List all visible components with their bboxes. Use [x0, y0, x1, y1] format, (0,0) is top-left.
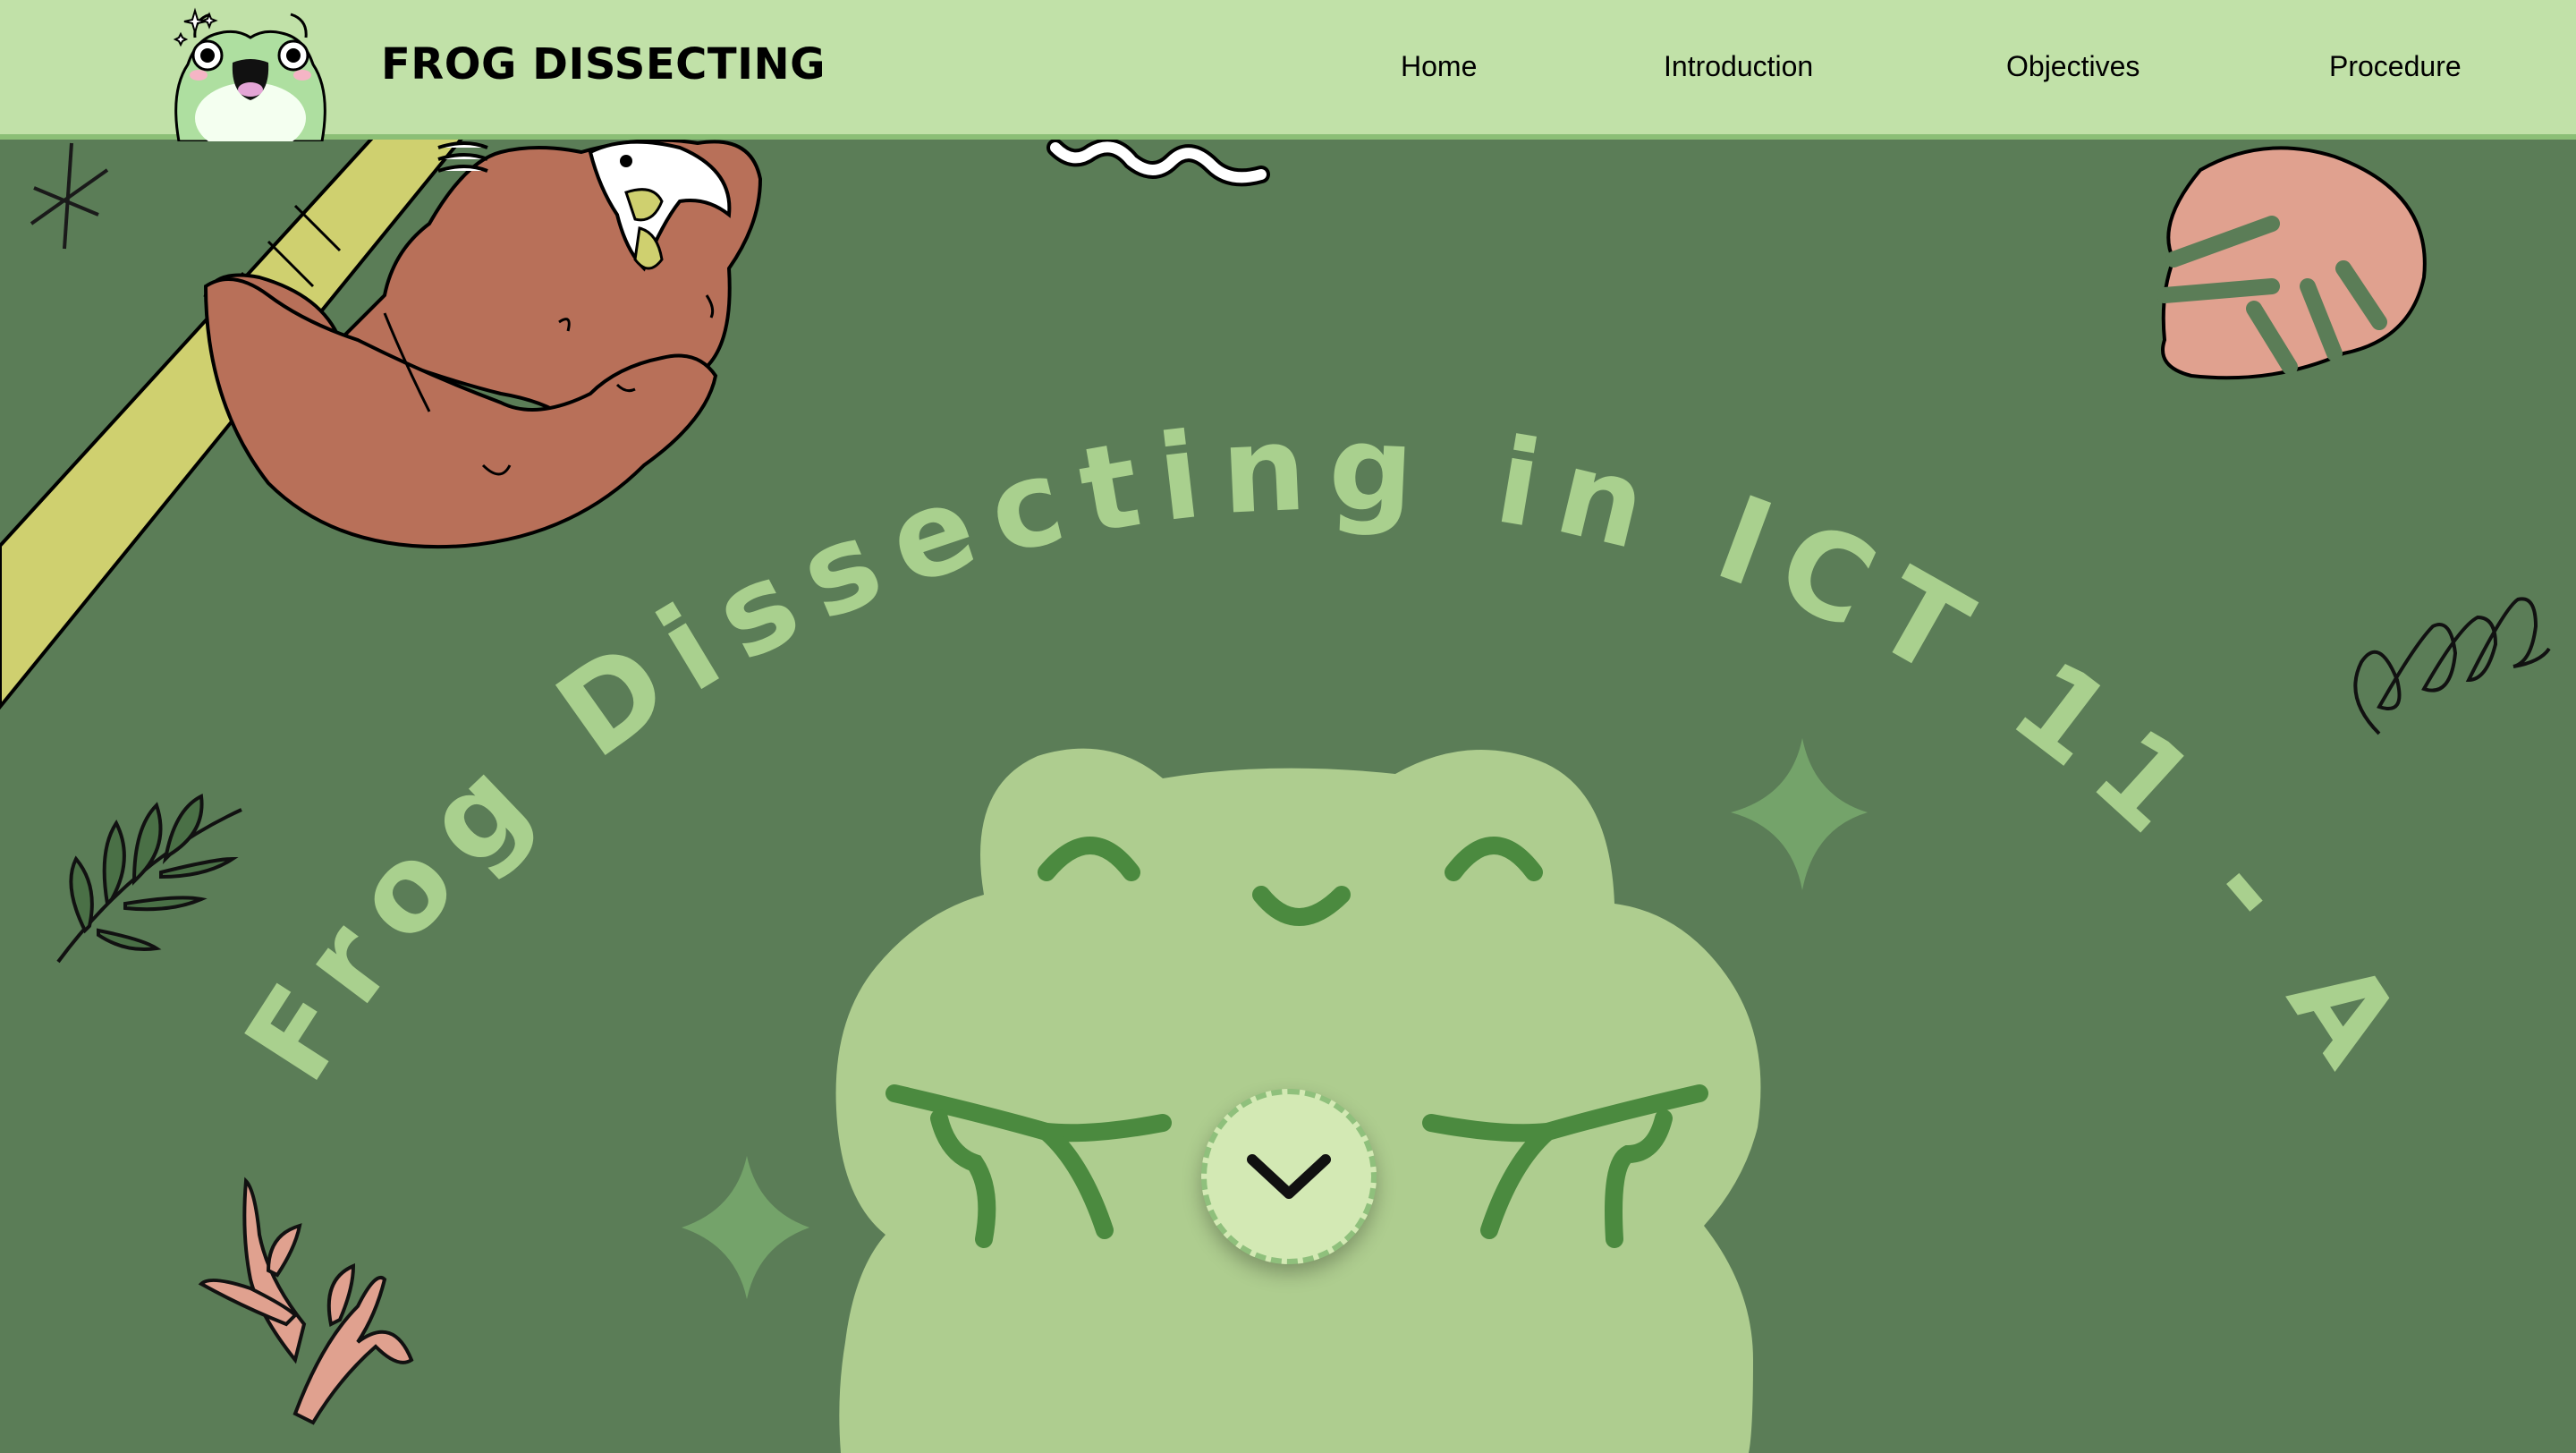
sparkle-left	[682, 1156, 809, 1299]
sparkle-right	[1731, 738, 1868, 890]
site-title[interactable]: FROG DISSECTING	[381, 39, 826, 89]
top-navigation-bar: FROG DISSECTING Home Introduction Object…	[0, 0, 2576, 141]
frog-logo-icon	[173, 7, 326, 141]
nav-link-introduction[interactable]: Introduction	[1664, 50, 1813, 83]
scroll-down-button[interactable]	[1201, 1089, 1377, 1264]
chevron-down-icon	[1247, 1154, 1331, 1199]
monstera-leaf-illustration	[2157, 146, 2427, 380]
asterisk-doodle	[30, 142, 109, 250]
nav-link-home[interactable]: Home	[1401, 50, 1477, 83]
page: Frog Dissecting in ICT 11 - A FROG DISSE…	[0, 0, 2576, 1453]
nav-link-procedure[interactable]: Procedure	[2329, 50, 2462, 83]
fern-doodle	[56, 793, 242, 964]
sloth-illustration	[203, 138, 763, 549]
nav-link-objectives[interactable]: Objectives	[2006, 50, 2140, 83]
coral-branch-doodle	[198, 1177, 414, 1425]
curly-doodle	[2353, 597, 2551, 735]
